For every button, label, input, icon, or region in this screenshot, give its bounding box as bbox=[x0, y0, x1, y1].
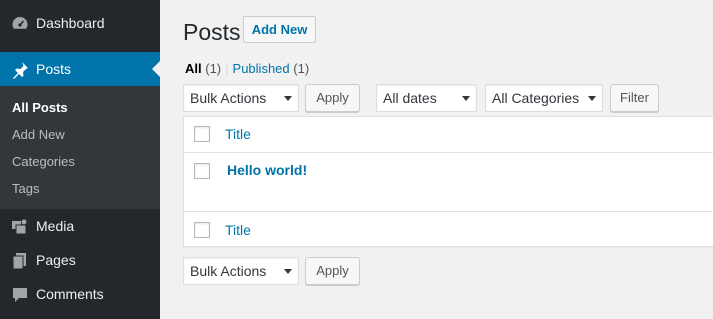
pages-icon bbox=[12, 253, 26, 270]
categories-value: All Categories bbox=[492, 90, 580, 106]
submenu-item-categories[interactable]: Categories bbox=[12, 154, 75, 170]
filter-published-label: Published bbox=[232, 61, 290, 76]
menu-label: Comments bbox=[36, 286, 104, 302]
select-all-checkbox-footer[interactable] bbox=[194, 222, 210, 238]
menu-item-dashboard[interactable]: Dashboard bbox=[0, 6, 160, 40]
submenu-item-all-posts[interactable]: All Posts bbox=[12, 100, 68, 116]
menu-item-pages[interactable]: Pages bbox=[0, 243, 160, 277]
menu-label: Posts bbox=[36, 61, 72, 77]
main-content: Posts Add New All (1) | Published (1) Bulk… bbox=[160, 0, 713, 319]
table-header-row: Title bbox=[184, 117, 713, 152]
posts-submenu: All Posts Add New Categories Tags bbox=[0, 86, 160, 209]
pin-icon bbox=[13, 62, 28, 79]
posts-table: Title Hello world! Title bbox=[183, 116, 713, 247]
bulk-actions-select-top[interactable]: Bulk Actions bbox=[183, 84, 299, 112]
apply-button-top[interactable]: Apply bbox=[305, 84, 360, 112]
menu-item-comments[interactable]: Comments bbox=[0, 277, 160, 311]
filter-button[interactable]: Filter bbox=[610, 84, 659, 112]
filter-published-count: (1) bbox=[293, 61, 310, 76]
column-title-footer[interactable]: Title bbox=[225, 222, 251, 239]
filter-all[interactable]: All (1) bbox=[185, 61, 221, 76]
comments-icon bbox=[13, 288, 27, 302]
menu-label: Media bbox=[36, 218, 75, 234]
bulk-actions-value: Bulk Actions bbox=[190, 263, 267, 279]
bulk-actions-value: Bulk Actions bbox=[190, 90, 267, 106]
column-title-header[interactable]: Title bbox=[225, 126, 251, 143]
chevron-down-icon bbox=[284, 96, 292, 101]
table-footer-row: Title bbox=[184, 212, 713, 247]
menu-item-media[interactable]: Media bbox=[0, 209, 160, 243]
table-row: Hello world! bbox=[184, 153, 713, 211]
dates-select[interactable]: All dates bbox=[376, 84, 477, 112]
submenu-item-tags[interactable]: Tags bbox=[12, 181, 39, 197]
chevron-down-icon bbox=[284, 269, 292, 274]
filter-published[interactable]: Published (1) bbox=[233, 61, 310, 76]
page-title: Posts bbox=[183, 19, 241, 45]
status-filters: All (1) | Published (1) bbox=[185, 61, 309, 77]
media-icon bbox=[12, 219, 27, 235]
menu-item-posts[interactable]: Posts bbox=[0, 52, 160, 86]
categories-select[interactable]: All Categories bbox=[485, 84, 603, 112]
select-all-checkbox[interactable] bbox=[194, 126, 210, 142]
dates-value: All dates bbox=[383, 90, 437, 106]
chevron-down-icon bbox=[588, 96, 596, 101]
post-title-link[interactable]: Hello world! bbox=[227, 162, 307, 179]
filter-separator: | bbox=[225, 61, 229, 76]
bulk-actions-select-bottom[interactable]: Bulk Actions bbox=[183, 257, 299, 285]
apply-button-bottom[interactable]: Apply bbox=[305, 257, 360, 285]
menu-label: Pages bbox=[36, 252, 76, 268]
admin-sidebar: Dashboard Posts All Posts Add New Catego… bbox=[0, 0, 160, 319]
chevron-down-icon bbox=[462, 96, 470, 101]
add-new-button[interactable]: Add New bbox=[243, 16, 316, 43]
submenu-item-add-new[interactable]: Add New bbox=[12, 127, 65, 143]
dashboard-icon bbox=[12, 17, 28, 29]
row-checkbox[interactable] bbox=[194, 163, 210, 179]
filter-all-label: All bbox=[185, 61, 202, 76]
menu-label: Dashboard bbox=[36, 15, 105, 31]
filter-all-count: (1) bbox=[205, 61, 222, 76]
